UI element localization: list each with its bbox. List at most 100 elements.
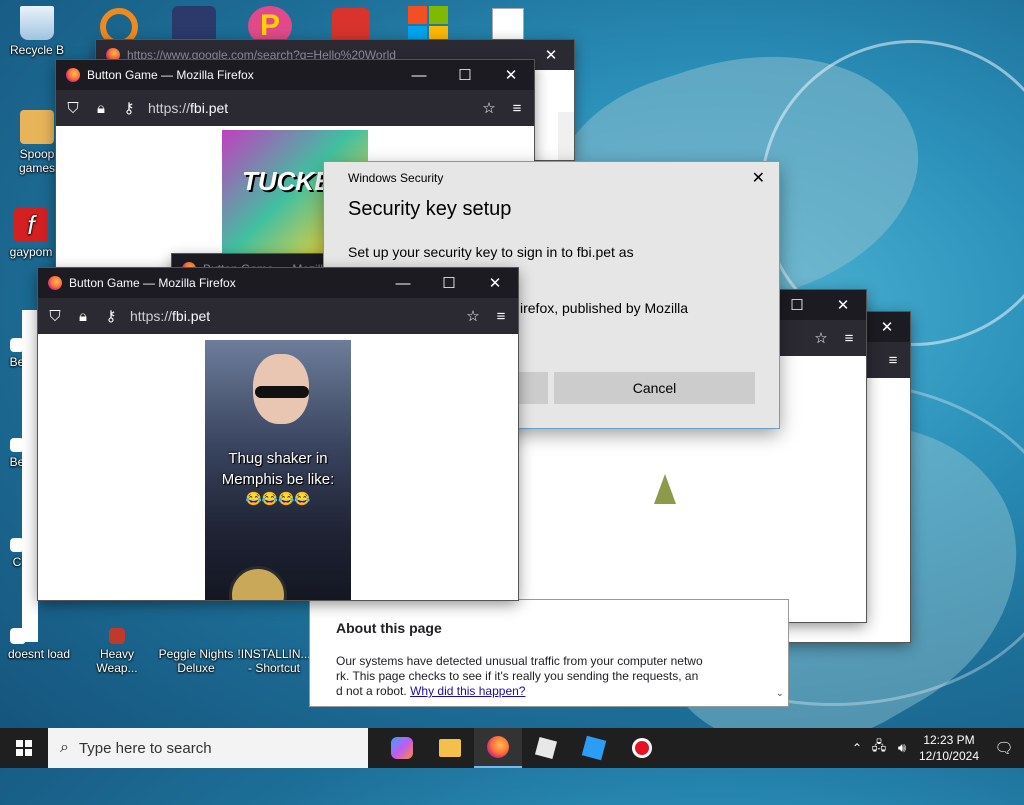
desktop-icon-label: Recycle B xyxy=(9,43,65,57)
close-icon[interactable]: ✕ xyxy=(752,168,765,188)
desktop-icon-label-line1: !INSTALLIN... xyxy=(237,647,311,661)
volume-icon[interactable]: 🔊︎ xyxy=(890,740,914,756)
ok-button[interactable] xyxy=(514,372,548,404)
taskbar-search[interactable]: ⌕ Type here to search xyxy=(48,728,368,768)
close-icon[interactable]: ✕ xyxy=(488,60,534,90)
windows-start-icon xyxy=(16,740,32,756)
file-explorer-icon xyxy=(439,739,461,757)
desktop-icon-label-line1: Peggle Nights xyxy=(158,647,234,661)
record-icon xyxy=(632,738,652,758)
dialog-heading: Security key setup xyxy=(348,198,512,220)
file-explorer-app[interactable] xyxy=(426,728,474,768)
chevron-up-icon[interactable]: ⌃ xyxy=(846,741,868,755)
clock-date: 12/10/2024 xyxy=(918,749,980,763)
front-window-title: Button Game — Mozilla Firefox xyxy=(69,276,236,290)
menu-icon[interactable]: ≡ xyxy=(840,329,858,347)
url-prefix: https:// xyxy=(130,308,173,324)
close-icon[interactable]: ✕ xyxy=(864,312,910,342)
firefox-icon xyxy=(487,736,509,758)
windows-logo-icon[interactable] xyxy=(408,6,448,44)
front-titlebar[interactable]: Button Game — Mozilla Firefox — ☐ ✕ xyxy=(38,268,518,298)
close-icon[interactable]: ✕ xyxy=(528,40,574,70)
angry-birds-icon[interactable] xyxy=(332,8,370,44)
menu-icon[interactable]: ≡ xyxy=(884,351,902,369)
desktop-icon-label-line2: Weap... xyxy=(96,661,138,675)
minimize-icon[interactable]: — xyxy=(396,60,442,90)
maximize-icon[interactable]: ☐ xyxy=(442,60,488,90)
back-window-title: Button Game — Mozilla Firefox xyxy=(87,68,254,82)
copilot-app[interactable] xyxy=(378,728,426,768)
firefox-icon xyxy=(48,276,62,290)
start-button[interactable] xyxy=(0,728,48,768)
recorder-app[interactable] xyxy=(618,728,666,768)
shield-icon[interactable]: ⛉ xyxy=(46,307,64,325)
search-placeholder: Type here to search xyxy=(78,739,212,757)
clock[interactable]: 12:23 PM 12/10/2024 xyxy=(914,732,984,764)
flash-icon: f xyxy=(14,208,48,242)
maximize-icon[interactable]: ☐ xyxy=(774,290,820,320)
desktop-icon-installing[interactable]: !INSTALLIN... - Shortcut xyxy=(236,628,312,675)
notification-icon[interactable]: 🗨︎ xyxy=(984,739,1024,757)
window-firefox-front[interactable]: Button Game — Mozilla Firefox — ☐ ✕ ⛉ 🔒︎… xyxy=(38,268,518,600)
bookmark-star-icon[interactable]: ☆ xyxy=(464,307,482,325)
cursor-bell-icon xyxy=(654,474,676,504)
menu-icon[interactable]: ≡ xyxy=(508,99,526,117)
peggle-icon xyxy=(188,628,204,644)
menu-icon[interactable]: ≡ xyxy=(492,307,510,325)
presidential-seal-icon xyxy=(229,566,287,600)
url-host: fbi.pet xyxy=(190,100,229,116)
firefox-app[interactable] xyxy=(474,728,522,768)
desktop-icon-doesnt-load[interactable]: doesnt load xyxy=(4,628,74,661)
back-url[interactable]: https://fbi.pet xyxy=(148,100,470,116)
roblox-app[interactable] xyxy=(522,728,570,768)
cancel-button[interactable]: Cancel xyxy=(554,372,755,404)
permissions-icon[interactable]: ⚷ xyxy=(102,307,120,325)
desktop-icon-label: doesnt load xyxy=(7,647,71,661)
close-icon[interactable]: ✕ xyxy=(820,290,866,320)
search-icon: ⌕ xyxy=(60,739,69,756)
dialog-line1: Set up your security key to sign in to f… xyxy=(348,244,634,260)
desktop-icon-label-line1: Heavy xyxy=(99,647,134,661)
meme-caption-emoji: 😂😂😂😂 xyxy=(245,491,311,506)
meme-image: Thug shaker in Memphis be like: 😂😂😂😂 xyxy=(205,340,351,600)
desktop-icon-heavy-weapon[interactable]: Heavy Weap... xyxy=(82,628,152,675)
sunglasses-icon xyxy=(255,386,309,398)
scrollbar[interactable] xyxy=(558,112,574,160)
google-content: About this page Our systems have detecte… xyxy=(310,600,788,706)
close-icon[interactable]: ✕ xyxy=(472,268,518,298)
front-url[interactable]: https://fbi.pet xyxy=(130,308,454,324)
back-navbar: ⛉ 🔒︎ ⚷ https://fbi.pet ☆ ≡ xyxy=(56,90,534,126)
back-titlebar[interactable]: Button Game — Mozilla Firefox — ☐ ✕ xyxy=(56,60,534,90)
copilot-icon xyxy=(391,737,413,759)
folder-icon xyxy=(20,110,54,144)
hidden-window-edge xyxy=(22,310,38,642)
why-link[interactable]: Why did this happen? xyxy=(410,684,525,698)
dialog-app-name: Windows Security xyxy=(348,171,444,185)
firefox-icon xyxy=(66,68,80,82)
roblox-studio-app[interactable] xyxy=(570,728,618,768)
maximize-icon[interactable]: ☐ xyxy=(426,268,472,298)
recycle-bin-icon xyxy=(20,6,54,40)
network-icon[interactable]: 🖧︎ xyxy=(868,737,890,759)
url-host: fbi.pet xyxy=(172,308,211,324)
google-body-line2: rk. This page checks to see if it's real… xyxy=(336,669,699,683)
lock-icon[interactable]: 🔒︎ xyxy=(92,99,110,117)
taskbar: ⌕ Type here to search ⌃ 🖧︎ 🔊︎ 12:23 PM 1… xyxy=(0,728,1024,768)
desktop-icon-peggle[interactable]: Peggle Nights Deluxe xyxy=(156,628,236,675)
front-navbar: ⛉ 🔒︎ ⚷ https://fbi.pet ☆ ≡ xyxy=(38,298,518,334)
dialog-line2: irefox, published by Mozilla xyxy=(520,300,689,316)
google-about-title: About this page xyxy=(336,620,442,636)
desktop-icon-recycle-bin[interactable]: Recycle B xyxy=(2,6,72,57)
lock-icon[interactable]: 🔒︎ xyxy=(74,307,92,325)
shield-icon[interactable]: ⛉ xyxy=(64,99,82,117)
bookmark-star-icon[interactable]: ☆ xyxy=(812,329,830,347)
permissions-icon[interactable]: ⚷ xyxy=(120,99,138,117)
game-icon xyxy=(109,628,125,644)
meme-caption-line1: Thug shaker in xyxy=(228,450,328,467)
scroll-down-icon[interactable]: ⌄ xyxy=(776,688,784,699)
clock-time: 12:23 PM xyxy=(923,733,975,747)
google-body-line3: d not a robot. xyxy=(336,684,407,698)
bookmark-star-icon[interactable]: ☆ xyxy=(480,99,498,117)
minimize-icon[interactable]: — xyxy=(380,268,426,298)
meme-caption-line2: Memphis be like: xyxy=(221,471,335,488)
